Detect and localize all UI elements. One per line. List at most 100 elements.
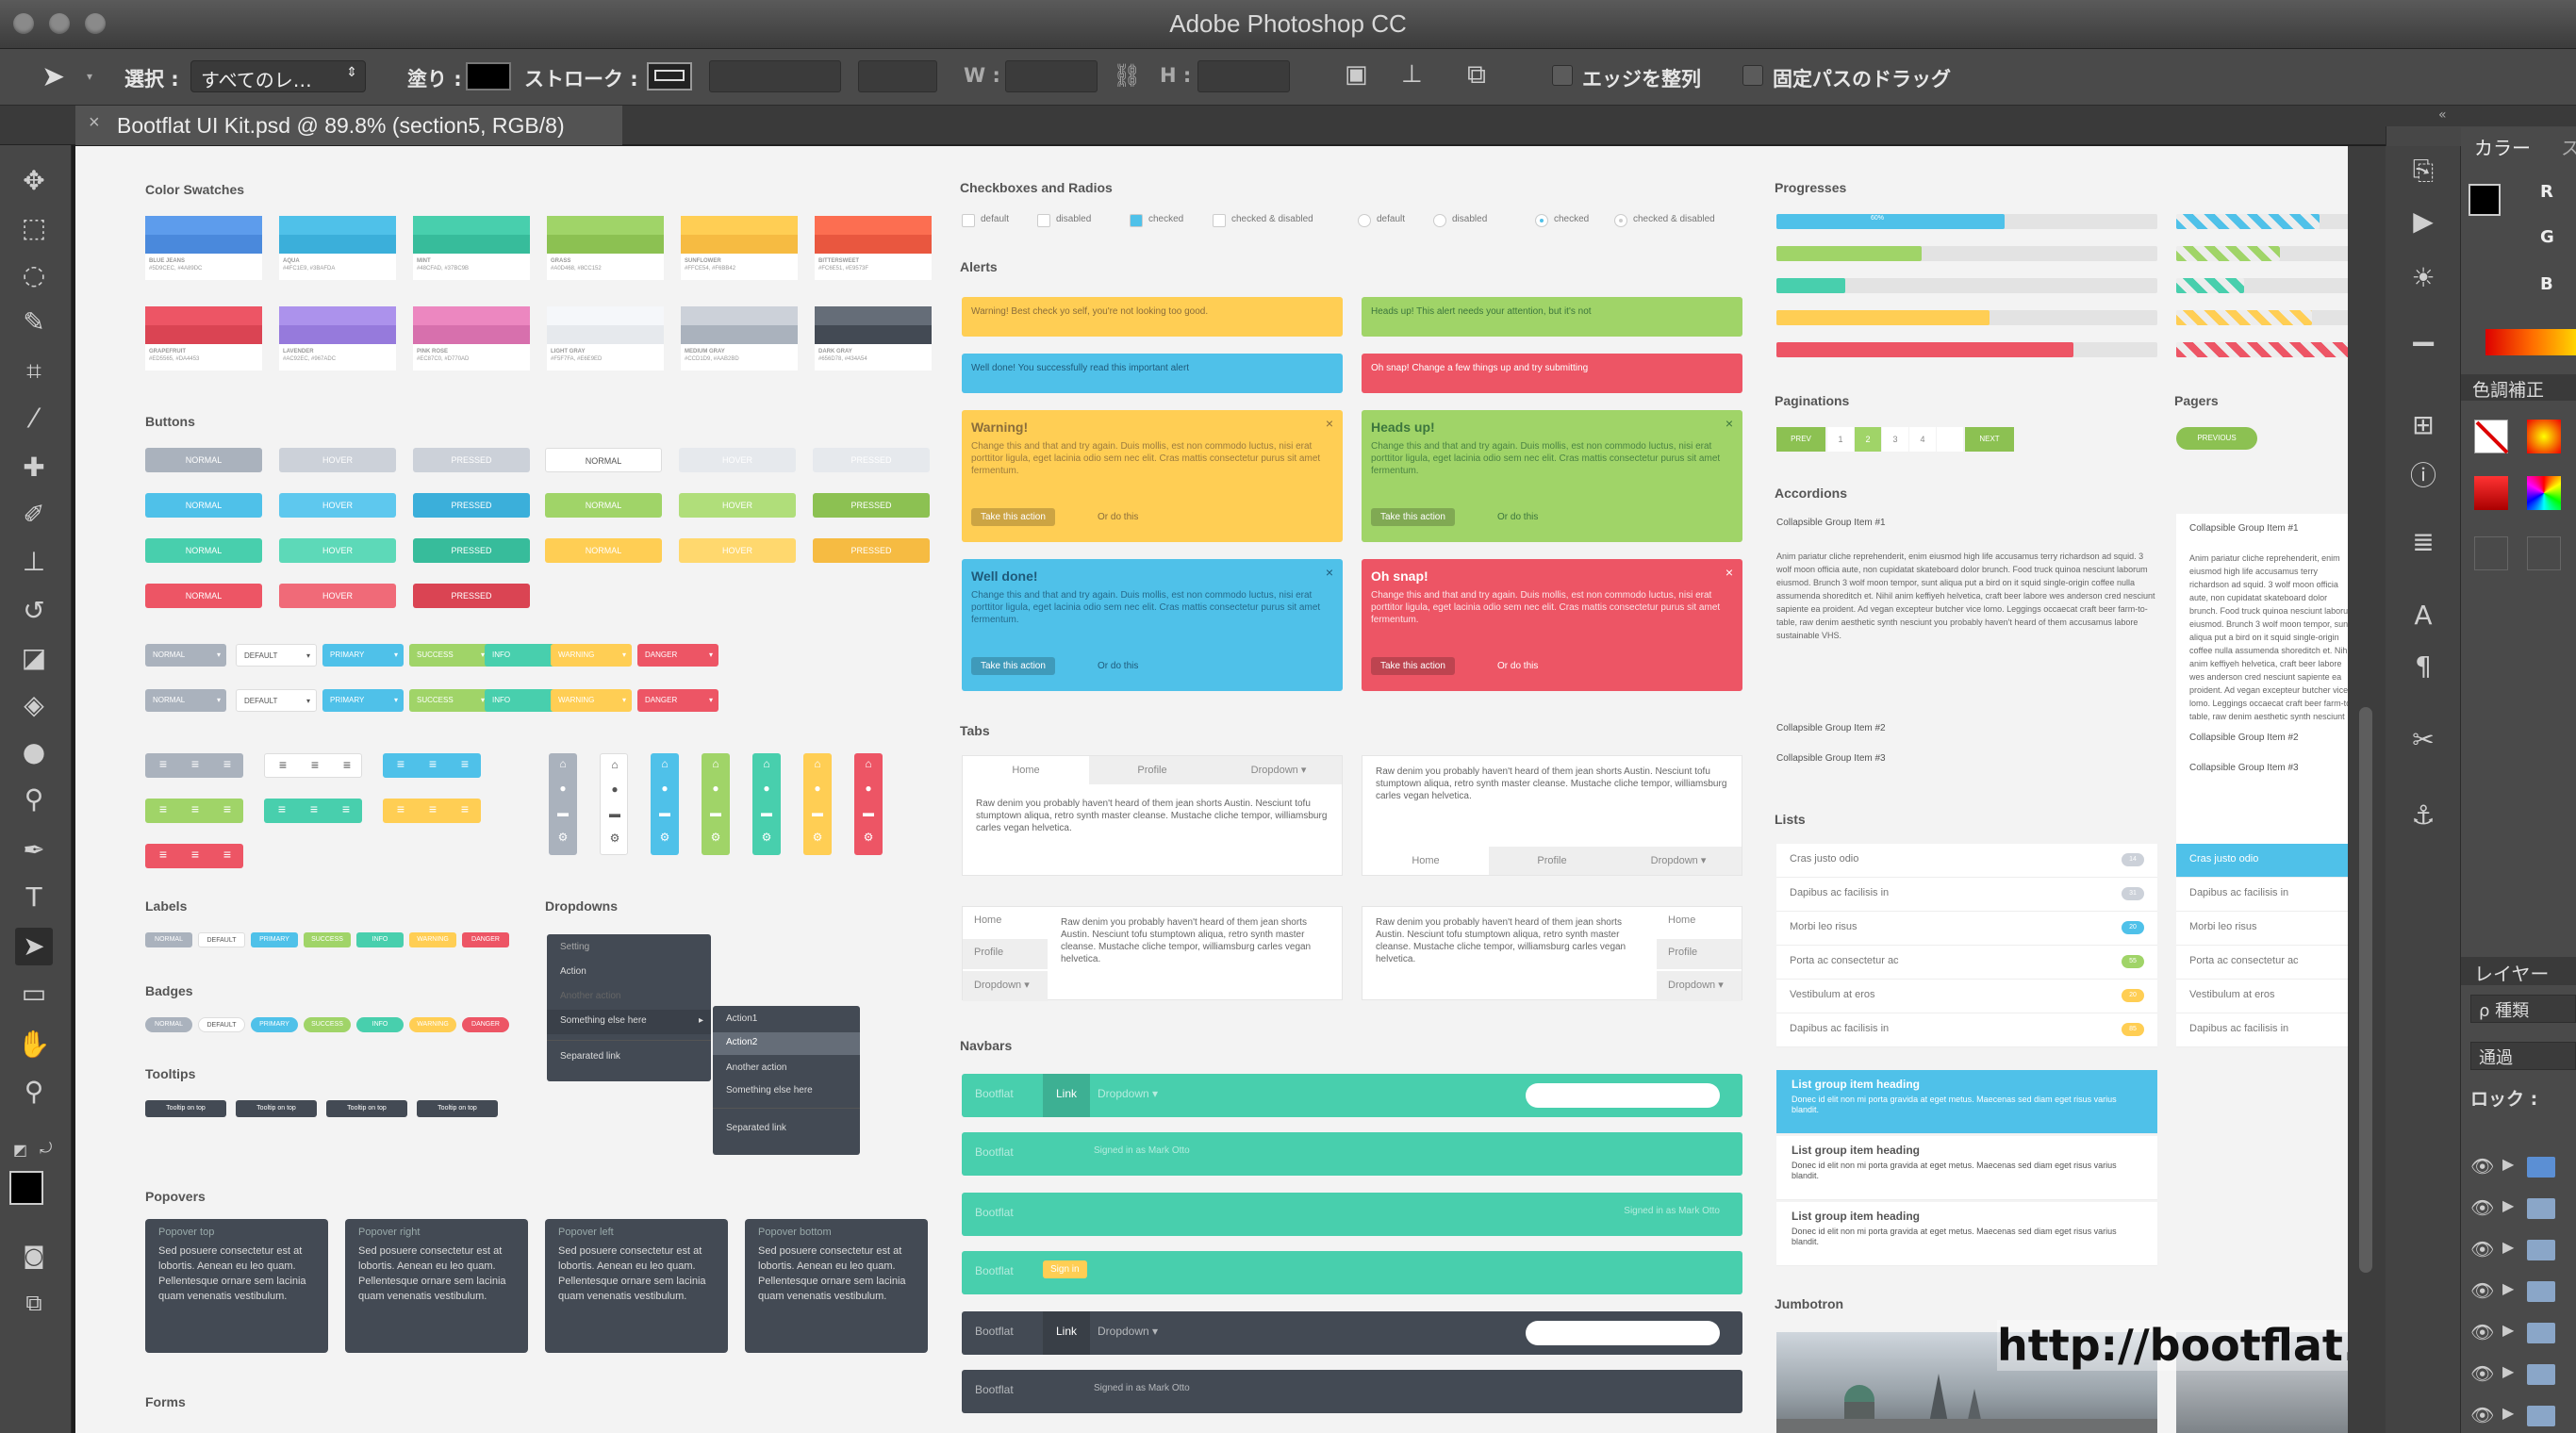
align-center-icon[interactable]: ≡: [183, 756, 207, 771]
or-do-this-link[interactable]: Or do this: [1497, 661, 1538, 671]
document-canvas[interactable]: Color Swatches BLUE JEANS #5D9CEC, #4A89D…: [75, 146, 2348, 1433]
align-left-icon[interactable]: ≡: [151, 756, 175, 771]
close-icon[interactable]: ×: [89, 112, 100, 134]
dropdown-item[interactable]: Separated link: [560, 1051, 620, 1062]
accordion-item-1[interactable]: Collapsible Group Item #1: [2189, 523, 2299, 534]
kit-button[interactable]: PRESSED: [413, 493, 530, 518]
eye-icon[interactable]: 👁: [2470, 1155, 2494, 1178]
lasso-tool-icon[interactable]: ◌: [15, 256, 53, 294]
home-icon[interactable]: ⌂: [651, 757, 679, 770]
tab[interactable]: Profile: [1657, 939, 1742, 969]
dropdown-button[interactable]: DANGER ▾: [637, 689, 718, 712]
swatches-panel-tab[interactable]: ス: [2561, 133, 2576, 160]
marquee-tool-icon[interactable]: ⬚: [15, 209, 53, 247]
dropdown-button[interactable]: PRIMARY ▾: [322, 644, 404, 667]
list-item[interactable]: Dapibus ac facilisis in: [2176, 878, 2348, 912]
path-selection-tool-icon[interactable]: ➤: [15, 928, 53, 965]
list-item[interactable]: Dapibus ac facilisis in 31: [1776, 878, 2157, 912]
eye-icon[interactable]: 👁: [2470, 1321, 2494, 1343]
screen-mode-icon[interactable]: ⧉: [15, 1284, 53, 1322]
take-action-button[interactable]: Take this action: [1371, 657, 1455, 675]
pagination-page[interactable]: 2: [1855, 427, 1881, 452]
align-left-icon[interactable]: ≡: [388, 756, 413, 771]
submenu-item[interactable]: Separated link: [726, 1123, 786, 1133]
adjustments-icon[interactable]: ☀: [2404, 259, 2442, 297]
quick-selection-tool-icon[interactable]: ✎: [15, 304, 53, 341]
user-icon[interactable]: ●: [651, 782, 679, 795]
caret-right-icon[interactable]: ▶: [2502, 1238, 2514, 1256]
settings-icon[interactable]: ⚙: [549, 831, 577, 844]
pager-previous-button[interactable]: PREVIOUS: [2176, 427, 2257, 450]
comment-icon[interactable]: ▬: [601, 807, 629, 820]
align-center-icon[interactable]: ≡: [183, 801, 207, 816]
constrain-path-checkbox[interactable]: [1742, 65, 1763, 86]
kit-button[interactable]: PRESSED: [813, 538, 930, 563]
align-edges-checkbox[interactable]: [1552, 65, 1573, 86]
dropdown-button[interactable]: NORMAL ▾: [145, 644, 226, 667]
navbar-dropdown[interactable]: Dropdown ▾: [1098, 1087, 1158, 1100]
align-left-icon[interactable]: ≡: [151, 847, 175, 862]
pagination-page[interactable]: 3: [1882, 427, 1908, 452]
list-item[interactable]: Dapibus ac facilisis in 85: [1776, 1013, 2157, 1047]
dropdown-item[interactable]: Action: [560, 966, 586, 977]
align-right-icon[interactable]: ≡: [215, 801, 239, 816]
caret-right-icon[interactable]: ▶: [2502, 1155, 2514, 1173]
adjustments-panel-tab[interactable]: 色調補正: [2461, 374, 2576, 401]
list-group-item[interactable]: List group item heading Donec id elit non…: [1776, 1202, 2157, 1266]
align-center-icon[interactable]: ≡: [302, 801, 326, 816]
pagination-prev[interactable]: PREV: [1776, 427, 1825, 452]
navbar-brand[interactable]: Bootflat: [975, 1145, 1014, 1159]
quick-mask-icon[interactable]: ◙: [15, 1237, 53, 1275]
accordion-item-2[interactable]: Collapsible Group Item #2: [1776, 723, 1886, 733]
navbar-link[interactable]: Link: [1043, 1074, 1091, 1117]
submenu-item[interactable]: Action1: [726, 1013, 757, 1024]
tool-preset-chevron-icon[interactable]: ▾: [87, 70, 92, 83]
dropdown-button[interactable]: WARNING ▾: [551, 644, 632, 667]
submenu-item[interactable]: Something else here: [726, 1085, 813, 1095]
close-icon[interactable]: ×: [1726, 416, 1733, 431]
home-icon[interactable]: ⌂: [854, 757, 883, 770]
blend-mode-select[interactable]: 通過: [2470, 1042, 2576, 1070]
dropdown-button[interactable]: DEFAULT ▾: [236, 689, 317, 712]
rectangle-tool-icon[interactable]: ▭: [15, 975, 53, 1013]
radio[interactable]: [1358, 214, 1371, 227]
settings-icon[interactable]: ⚙: [601, 832, 629, 845]
close-icon[interactable]: ×: [1326, 565, 1333, 580]
paragraph-icon[interactable]: ¶: [2404, 648, 2442, 685]
comment-icon[interactable]: ▬: [803, 806, 832, 819]
default-colors-icon[interactable]: ◩: [13, 1141, 27, 1159]
kit-button[interactable]: PRESSED: [813, 448, 930, 472]
color-panel-tab[interactable]: カラー: [2474, 133, 2531, 160]
take-action-button[interactable]: Take this action: [1371, 508, 1455, 526]
eye-icon[interactable]: 👁: [2470, 1238, 2494, 1260]
kit-button[interactable]: NORMAL: [545, 493, 662, 518]
dropdown-button[interactable]: DANGER ▾: [637, 644, 718, 667]
close-icon[interactable]: ×: [1726, 565, 1733, 580]
navbar-brand[interactable]: Bootflat: [975, 1206, 1014, 1219]
home-icon[interactable]: ⌂: [549, 757, 577, 770]
checkbox[interactable]: [1130, 214, 1143, 227]
kit-button[interactable]: HOVER: [679, 493, 796, 518]
kit-button[interactable]: NORMAL: [145, 584, 262, 608]
home-icon[interactable]: ⌂: [803, 757, 832, 770]
user-icon[interactable]: ●: [702, 782, 730, 795]
list-item[interactable]: Porta ac consectetur ac 55: [1776, 946, 2157, 980]
navbar-dropdown[interactable]: Dropdown ▾: [1098, 1325, 1158, 1338]
pen-tool-icon[interactable]: ✒: [15, 832, 53, 869]
list-item[interactable]: Morbi leo risus: [2176, 912, 2348, 946]
navbar-brand[interactable]: Bootflat: [975, 1087, 1014, 1100]
tab[interactable]: Profile: [963, 939, 1048, 969]
align-right-icon[interactable]: ≡: [215, 847, 239, 862]
list-item[interactable]: Morbi leo risus 20: [1776, 912, 2157, 946]
kit-button[interactable]: NORMAL: [145, 538, 262, 563]
kit-button[interactable]: HOVER: [679, 538, 796, 563]
user-icon[interactable]: ●: [803, 782, 832, 795]
move-tool-icon[interactable]: ✥: [15, 162, 53, 200]
healing-brush-tool-icon[interactable]: ✚: [15, 449, 53, 486]
dropdown-button[interactable]: WARNING ▾: [551, 689, 632, 712]
color-spectrum-bar[interactable]: [2485, 329, 2576, 355]
history-icon[interactable]: ⎘: [2404, 152, 2442, 189]
swap-colors-icon[interactable]: ⤾: [40, 1139, 52, 1158]
path-alignment-icon[interactable]: ⊥: [1401, 60, 1423, 89]
settings-icon[interactable]: ⚙: [854, 831, 883, 844]
